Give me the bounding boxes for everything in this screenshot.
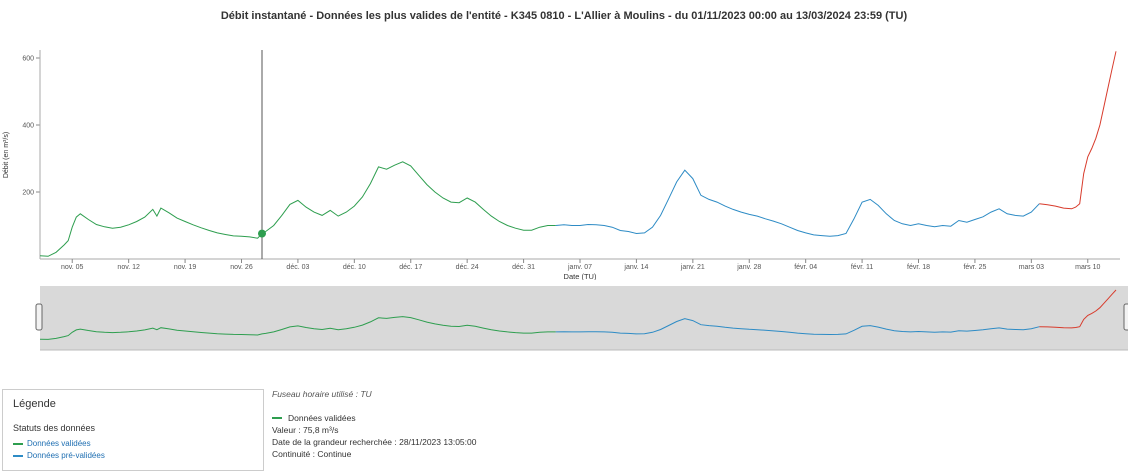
x-tick-label: mars 03 <box>1019 264 1044 271</box>
navigator-right-handle[interactable] <box>1123 303 1128 331</box>
x-axis: nov. 05 nov. 12 nov. 19 nov. 26 déc. 03 déc. … <box>61 259 1101 271</box>
x-tick-label: déc. 03 <box>286 264 309 271</box>
x-tick-label: févr. 04 <box>794 264 817 271</box>
legend-item-validated[interactable]: Données validées <box>13 439 91 448</box>
y-tick-label: 200 <box>22 190 34 197</box>
navigator-background <box>40 286 1128 350</box>
navigator-left-handle[interactable] <box>35 303 43 331</box>
y-axis-label: Débit (en m³/s) <box>3 132 10 178</box>
tooltip-series-swatch <box>272 417 282 419</box>
navigator[interactable] <box>0 280 1128 360</box>
x-tick-label: févr. 25 <box>963 264 986 271</box>
legend-item-prevalidated[interactable]: Données pré-validées <box>13 451 105 460</box>
highlight-point[interactable] <box>258 229 266 238</box>
x-tick-label: janv. 21 <box>680 264 705 271</box>
y-tick-label: 400 <box>22 123 34 130</box>
tooltip-continuity: Continuité : Continue <box>272 449 352 459</box>
legend-item-label: Données pré-validées <box>27 451 105 460</box>
series-line-1 <box>555 169 1040 237</box>
series-line-0 <box>39 161 556 257</box>
legend-panel: Légende Statuts des données Données vali… <box>2 389 264 471</box>
y-tick-label: 600 <box>22 56 34 63</box>
chart-title: Débit instantané - Données les plus vali… <box>220 10 908 22</box>
legend-title: Légende <box>13 398 56 410</box>
x-tick-label: déc. 31 <box>512 264 535 271</box>
x-tick-label: nov. 05 <box>61 264 84 271</box>
x-tick-label: févr. 11 <box>851 264 874 271</box>
legend-item-label: Données validées <box>27 439 91 448</box>
tooltip-series: Données validées <box>272 412 476 424</box>
timezone-note: Fuseau horaire utilisé : TU <box>272 389 372 399</box>
legend-subtitle: Statuts des données <box>13 423 96 433</box>
tooltip-date: Date de la grandeur recherchée : 28/11/2… <box>272 437 477 447</box>
x-tick-label: nov. 19 <box>174 264 197 271</box>
x-tick-label: janv. 14 <box>623 264 648 271</box>
series-lines <box>39 51 1117 257</box>
main-chart[interactable]: Débit (en m³/s) 200 400 600 nov. 05 nov. 12… <box>0 40 1128 280</box>
x-tick-label: déc. 10 <box>343 264 366 271</box>
x-tick-label: nov. 12 <box>117 264 140 271</box>
x-tick-label: déc. 17 <box>399 264 422 271</box>
x-tick-label: déc. 24 <box>456 264 479 271</box>
legend-swatch <box>13 442 23 445</box>
series-line-2 <box>1039 51 1117 210</box>
tooltip-panel: Fuseau horaire utilisé : TU Données vali… <box>272 389 476 460</box>
x-tick-label: févr. 18 <box>907 264 930 271</box>
x-tick-label: janv. 07 <box>567 264 592 271</box>
y-axis: 200 400 600 <box>22 56 40 197</box>
x-tick-label: mars 10 <box>1075 264 1100 271</box>
x-tick-label: nov. 26 <box>230 264 253 271</box>
tooltip-value: Valeur : 75,8 m³/s <box>272 425 339 435</box>
tooltip-series-label: Données validées <box>288 413 356 423</box>
legend-swatch <box>13 454 23 457</box>
x-tick-label: janv. 28 <box>736 264 761 271</box>
x-axis-label: Date (TU) <box>564 272 597 280</box>
